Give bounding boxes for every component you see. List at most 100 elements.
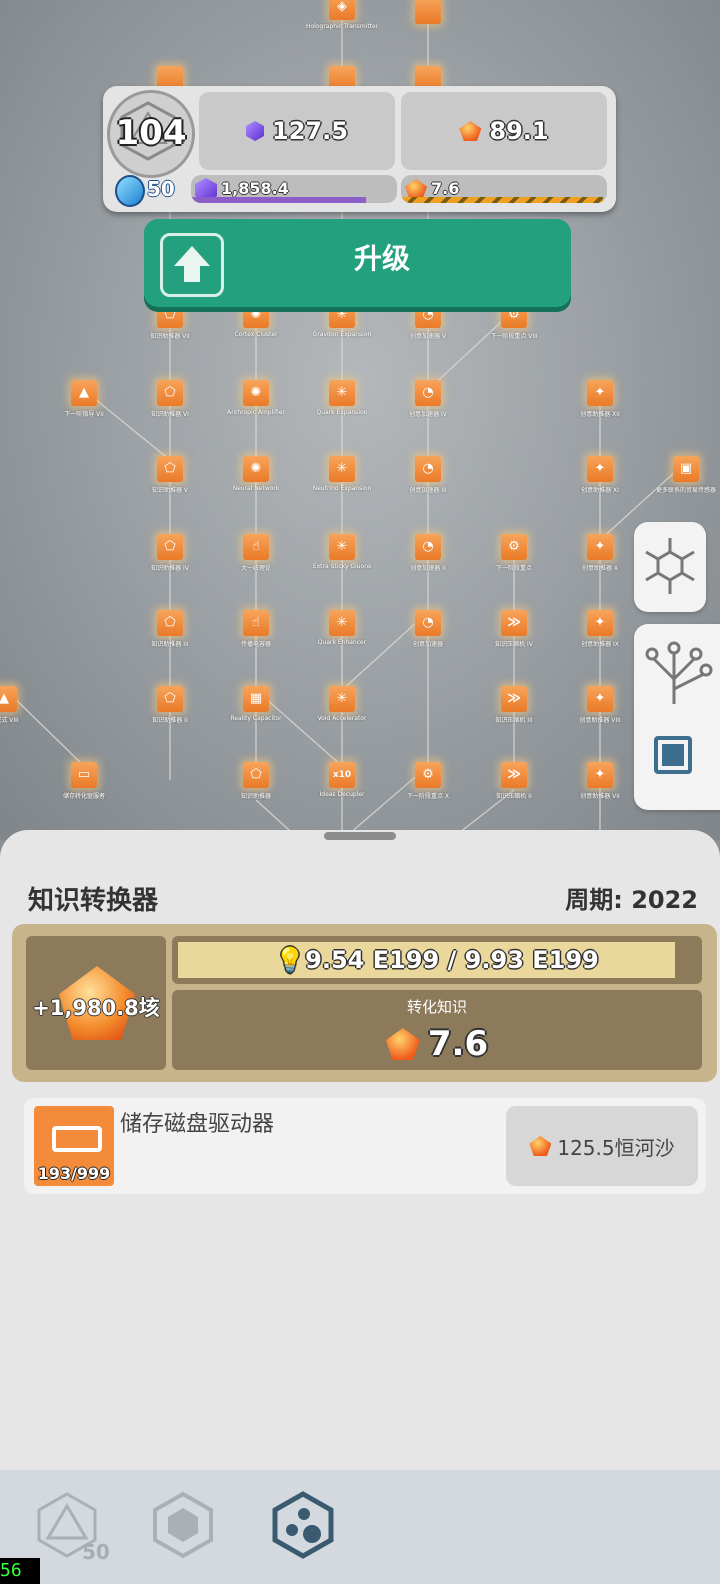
tech-node-label: 创意加速器 III xyxy=(409,487,447,494)
tech-node[interactable]: ⬠ 知识助推器 VI xyxy=(134,380,206,418)
network-view-button[interactable] xyxy=(634,522,706,612)
tech-node[interactable]: ⚙ 下一阶段重点 X xyxy=(392,762,464,800)
tech-node[interactable]: ▭ 储存转化驱服者 xyxy=(48,762,120,800)
drive-count: 193/999 xyxy=(37,1164,111,1183)
tech-node[interactable]: ◔ 创意加速器 III xyxy=(392,456,464,494)
tech-node[interactable]: ⬠ 知识助推器 III xyxy=(134,610,206,648)
tech-node[interactable]: ⬠ 知识助推器 VII xyxy=(134,302,206,340)
convert-knowledge-button[interactable]: 转化知识 7.6 xyxy=(172,990,702,1070)
tech-node-label: 知识助推器 V xyxy=(151,487,188,494)
node-icon xyxy=(415,0,441,24)
tech-node[interactable]: ▲ 组成式 VIII xyxy=(0,686,40,724)
tech-node[interactable]: ▲ 下一阶指导 VII xyxy=(48,380,120,418)
buy-drive-button[interactable]: 125.5恒河沙 xyxy=(506,1106,698,1186)
purple-resource-pill[interactable]: 127.5 xyxy=(199,92,395,170)
tech-node[interactable]: ⬠ 知识助推器 IV xyxy=(134,534,206,572)
hexagon-icon[interactable] xyxy=(148,1490,218,1560)
network-icon xyxy=(645,538,695,594)
tech-node[interactable]: ✳ Quark Expansion xyxy=(306,380,378,416)
tech-node[interactable]: ⚙ 下一阶段重点 xyxy=(478,534,550,572)
tech-node[interactable]: x10 Ideas Decupler xyxy=(306,762,378,798)
tech-node[interactable]: ☝ 传播电容器 xyxy=(220,610,292,648)
orange-bar-value: 7.6 xyxy=(431,179,460,198)
tech-node-label: Reality Capacitor xyxy=(230,715,282,722)
tech-node[interactable]: ✳ Neutrino Expansion xyxy=(306,456,378,492)
orange-gem-icon xyxy=(459,121,482,141)
bulb-icon: ✦ xyxy=(587,534,613,560)
tech-node-label: 下一阶段重点 VIII xyxy=(490,333,538,340)
tech-node-label: 创意加速器 xyxy=(412,641,443,648)
tech-node[interactable]: ▦ Reality Capacitor xyxy=(220,686,292,722)
orange-gem-icon xyxy=(385,1028,420,1060)
hand-icon: ☝ xyxy=(243,534,269,560)
purple-gem-icon xyxy=(246,121,265,141)
tech-node[interactable]: ≫ 知识压缩机 IV xyxy=(478,610,550,648)
tech-node[interactable]: ✦ 创意助推器 XII xyxy=(564,380,636,418)
tech-node[interactable]: ≫ 知识压缩机 II xyxy=(478,762,550,800)
tech-node-label: Anthropic Amplifier xyxy=(227,409,285,416)
tech-node-label: 创意助推器 IX xyxy=(581,641,619,648)
knowledge-progress-bar: 💡9.54 E199 / 9.93 E199 xyxy=(172,936,702,984)
cells-icon[interactable] xyxy=(268,1490,338,1560)
tech-node[interactable]: ✦ 创意助推器 VII xyxy=(564,762,636,800)
tech-node-label: Quark Expansion xyxy=(316,409,368,416)
tech-node[interactable]: ◔ 创意加速器 V xyxy=(392,302,464,340)
tech-node[interactable]: ☝ 大一统理论 xyxy=(220,534,292,572)
tech-node[interactable]: ✳ Void Accelerator xyxy=(306,686,378,722)
tech-tree-icon[interactable] xyxy=(634,624,720,714)
tech-node[interactable]: ⬠ 知识助推器 II xyxy=(134,686,206,724)
tech-node-label: Holographic Transmitter xyxy=(306,23,378,30)
tech-node-label: Cortex Cluster xyxy=(234,331,278,338)
drive-icon: 193/999 xyxy=(34,1106,114,1186)
tech-node[interactable]: ✦ 创意助推器 X xyxy=(564,534,636,572)
orange-resource-value: 89.1 xyxy=(489,117,549,145)
tech-node[interactable]: ◔ 创意加速器 II xyxy=(392,534,464,572)
convert-value: 7.6 xyxy=(427,1024,489,1064)
tech-node[interactable]: ✳ Quark Enhancer xyxy=(306,610,378,646)
purple-bar-value: 1,858.4 xyxy=(221,179,289,198)
tech-node-label: Void Accelerator xyxy=(317,715,367,722)
tech-node[interactable]: ✺ Cortex Cluster xyxy=(220,302,292,338)
level-number: 104 xyxy=(115,113,187,153)
tech-node[interactable]: ✺ Anthropic Amplifier xyxy=(220,380,292,416)
tech-node[interactable]: ⬠ 知识助推器 xyxy=(220,762,292,800)
tech-node[interactable]: ◔ 创意加速器 xyxy=(392,610,464,648)
tech-node[interactable]: ⬠ 知识助推器 V xyxy=(134,456,206,494)
bulb-icon: ✦ xyxy=(587,762,613,788)
orange-progress-bar: 7.6 xyxy=(401,175,607,203)
level-badge[interactable]: 104 xyxy=(107,90,195,178)
convert-label: 转化知识 xyxy=(406,998,467,1016)
tech-node[interactable]: ▣ 更多联系的贸易传感器 xyxy=(650,456,720,494)
gain-box: +1,980.8垓 xyxy=(26,936,166,1070)
tech-node[interactable]: ✺ Neural Network xyxy=(220,456,292,492)
blue-coin-counter: 50 xyxy=(111,175,195,207)
drag-handle[interactable] xyxy=(324,832,396,840)
tech-node-label: 知识助推器 VI xyxy=(151,411,189,418)
chip-icon[interactable] xyxy=(634,718,720,798)
tech-node-label: 知识助推器 III xyxy=(151,641,189,648)
tech-node-label: 创意助推器 VII xyxy=(580,793,620,800)
tech-node-label: 创意助推器 XII xyxy=(580,411,620,418)
pentagon-icon: ⬠ xyxy=(243,762,269,788)
tech-node[interactable] xyxy=(392,0,464,24)
orange-resource-pill[interactable]: 89.1 xyxy=(401,92,607,170)
drive-name: 储存磁盘驱动器 xyxy=(120,1112,275,1137)
tech-node[interactable]: ✦ 创意助推器 IX xyxy=(564,610,636,648)
upgrade-button[interactable]: 升级 xyxy=(144,219,571,307)
tech-node-label: Neutrino Expansion xyxy=(312,485,372,492)
tech-node[interactable]: ✳ Graviton Expansion xyxy=(306,302,378,338)
bulb-icon: ✦ xyxy=(587,456,613,482)
tech-node[interactable]: ✳ Extra Sticky Gluons xyxy=(306,534,378,570)
drive-cost: 125.5恒河沙 xyxy=(557,1135,675,1160)
resource-stats-card: 104 127.5 89.1 50 1,858.4 7.6 xyxy=(103,86,616,212)
tech-node[interactable]: ⚙ 下一阶段重点 VIII xyxy=(478,302,550,340)
storage-drive-row: 193/999 储存磁盘驱动器 125.5恒河沙 xyxy=(24,1098,706,1194)
tech-node[interactable]: ✦ 创意助推器 XI xyxy=(564,456,636,494)
tech-node[interactable]: ≫ 知识压缩机 III xyxy=(478,686,550,724)
nav-badge-count: 50 xyxy=(82,1540,110,1564)
tech-node[interactable]: ◔ 创意加速器 IV xyxy=(392,380,464,418)
tech-node[interactable]: ◈ Holographic Transmitter xyxy=(306,0,378,30)
tech-node[interactable]: ✦ 创意助推器 VIII xyxy=(564,686,636,724)
cube-icon: ▣ xyxy=(673,456,699,482)
bottom-nav xyxy=(0,1470,720,1584)
